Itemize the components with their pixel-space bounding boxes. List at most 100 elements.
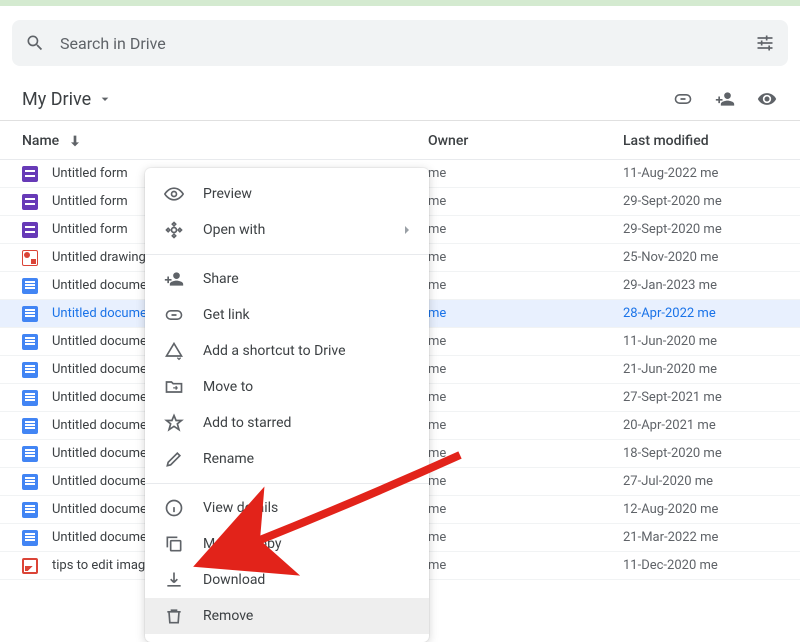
- file-name: Untitled document: [52, 474, 158, 489]
- file-modified: 21-Mar-2022 me: [623, 530, 778, 545]
- menu-label: Share: [203, 271, 239, 287]
- person-add-icon: [163, 268, 185, 290]
- file-modified: 29-Sept-2020 me: [623, 222, 778, 237]
- form-file-icon: [22, 166, 38, 182]
- menu-label: Get link: [203, 307, 250, 323]
- file-modified: 29-Sept-2020 me: [623, 194, 778, 209]
- menu-label: Download: [203, 572, 265, 588]
- file-modified: 29-Jan-2023 me: [623, 278, 778, 293]
- file-name: Untitled form: [52, 194, 128, 209]
- menu-preview[interactable]: Preview: [145, 176, 429, 212]
- file-name: Untitled form: [52, 222, 128, 237]
- menu-add-starred[interactable]: Add to starred: [145, 405, 429, 441]
- menu-download[interactable]: Download: [145, 562, 429, 598]
- window-top-accent: [0, 0, 800, 6]
- breadcrumb-label: My Drive: [22, 89, 91, 110]
- file-name: Untitled form: [52, 166, 128, 181]
- trash-icon: [163, 605, 185, 627]
- eye-icon[interactable]: [756, 88, 778, 110]
- menu-share[interactable]: Share: [145, 261, 429, 297]
- drive-shortcut-icon: [163, 340, 185, 362]
- menu-open-with[interactable]: Open with: [145, 212, 429, 248]
- folder-move-icon: [163, 376, 185, 398]
- file-name: Untitled document: [52, 418, 158, 433]
- search-placeholder: Search in Drive: [60, 34, 754, 53]
- menu-label: Remove: [203, 608, 253, 624]
- file-owner: me: [428, 502, 623, 517]
- menu-remove[interactable]: Remove: [145, 598, 429, 634]
- file-modified: 11-Aug-2022 me: [623, 166, 778, 181]
- person-add-icon[interactable]: [714, 88, 736, 110]
- file-name: Untitled document: [52, 306, 158, 321]
- col-modified-label: Last modified: [623, 133, 709, 149]
- menu-add-shortcut[interactable]: Add a shortcut to Drive: [145, 333, 429, 369]
- menu-move-to[interactable]: Move to: [145, 369, 429, 405]
- search-icon: [24, 32, 46, 54]
- file-owner: me: [428, 194, 623, 209]
- file-modified: 25-Nov-2020 me: [623, 250, 778, 265]
- img-file-icon: [22, 558, 38, 574]
- file-name: Untitled document: [52, 390, 158, 405]
- file-owner: me: [428, 530, 623, 545]
- file-modified: 12-Aug-2020 me: [623, 502, 778, 517]
- doc-file-icon: [22, 446, 38, 462]
- file-owner: me: [428, 418, 623, 433]
- file-name: Untitled document: [52, 530, 158, 545]
- menu-label: View details: [203, 500, 278, 516]
- download-icon: [163, 569, 185, 591]
- menu-label: Make a copy: [203, 536, 282, 552]
- form-file-icon: [22, 194, 38, 210]
- copy-icon: [163, 533, 185, 555]
- menu-rename[interactable]: Rename: [145, 441, 429, 477]
- file-owner: me: [428, 558, 623, 573]
- file-modified: 11-Dec-2020 me: [623, 558, 778, 573]
- col-name-header[interactable]: Name: [22, 133, 428, 149]
- menu-label: Move to: [203, 379, 253, 395]
- menu-label: Add to starred: [203, 415, 291, 431]
- link-icon: [163, 304, 185, 326]
- toolbar-actions: [672, 88, 778, 110]
- file-modified: 21-Jun-2020 me: [623, 362, 778, 377]
- file-owner: me: [428, 474, 623, 489]
- menu-view-details[interactable]: View details: [145, 490, 429, 526]
- file-modified: 11-Jun-2020 me: [623, 334, 778, 349]
- star-icon: [163, 412, 185, 434]
- form-file-icon: [22, 222, 38, 238]
- menu-get-link[interactable]: Get link: [145, 297, 429, 333]
- doc-file-icon: [22, 530, 38, 546]
- draw-file-icon: [22, 250, 38, 266]
- col-owner-label: Owner: [428, 133, 468, 149]
- menu-label: Add a shortcut to Drive: [203, 343, 346, 359]
- file-modified: 27-Sept-2021 me: [623, 390, 778, 405]
- tune-icon[interactable]: [754, 32, 776, 54]
- menu-label: Open with: [203, 222, 265, 238]
- doc-file-icon: [22, 306, 38, 322]
- doc-file-icon: [22, 502, 38, 518]
- doc-file-icon: [22, 278, 38, 294]
- chevron-down-icon: [97, 91, 113, 107]
- column-headers: Name Owner Last modified: [0, 121, 800, 160]
- breadcrumb[interactable]: My Drive: [22, 89, 113, 110]
- menu-separator: [145, 483, 429, 484]
- menu-make-copy[interactable]: Make a copy: [145, 526, 429, 562]
- doc-file-icon: [22, 334, 38, 350]
- file-owner: me: [428, 446, 623, 461]
- file-owner: me: [428, 390, 623, 405]
- file-owner: me: [428, 334, 623, 349]
- link-icon[interactable]: [672, 88, 694, 110]
- chevron-right-icon: [399, 222, 415, 238]
- info-icon: [163, 497, 185, 519]
- eye-icon: [163, 183, 185, 205]
- menu-label: Preview: [203, 186, 252, 202]
- file-owner: me: [428, 362, 623, 377]
- file-owner: me: [428, 166, 623, 181]
- col-modified-header[interactable]: Last modified: [623, 133, 778, 149]
- col-owner-header[interactable]: Owner: [428, 133, 623, 149]
- menu-label: Rename: [203, 451, 254, 467]
- search-bar[interactable]: Search in Drive: [12, 20, 788, 66]
- col-name-label: Name: [22, 133, 59, 149]
- file-name: Untitled document: [52, 446, 158, 461]
- toolbar: My Drive: [0, 76, 800, 121]
- doc-file-icon: [22, 362, 38, 378]
- file-modified: 18-Sept-2020 me: [623, 446, 778, 461]
